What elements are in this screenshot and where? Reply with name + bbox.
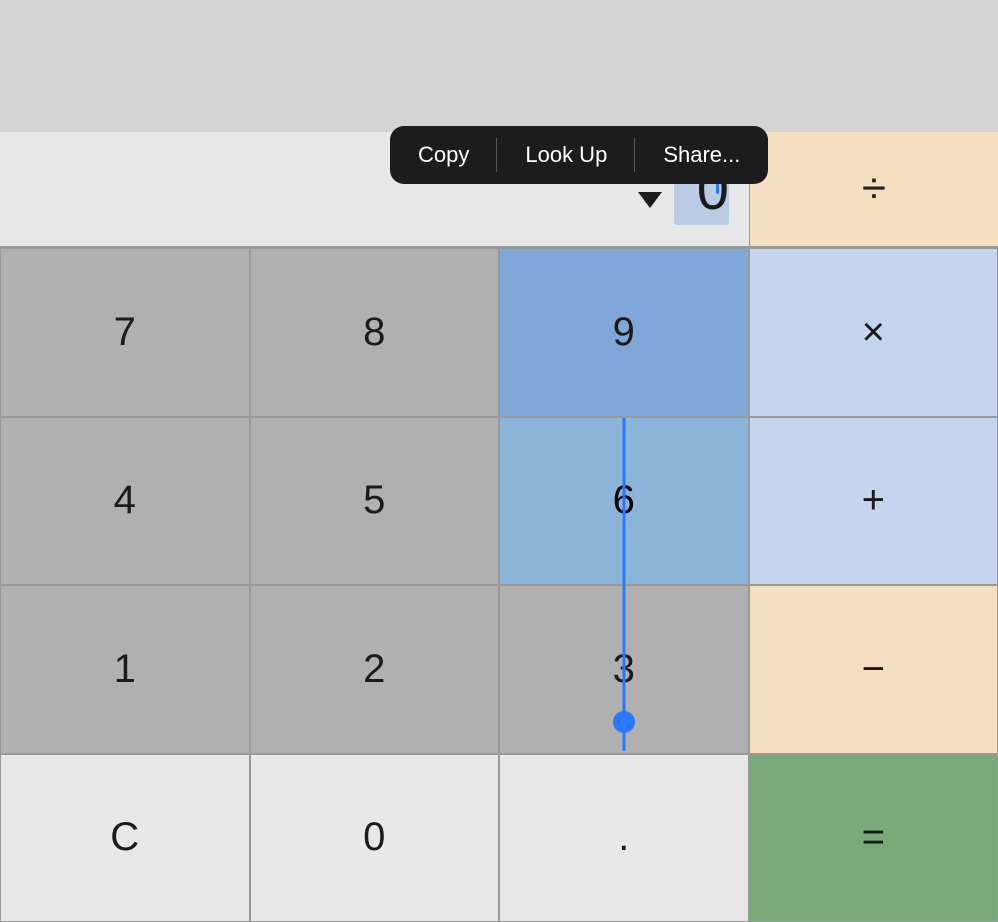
button-equals[interactable]: =	[749, 754, 998, 922]
button-5[interactable]: 5	[250, 417, 500, 586]
button-clear[interactable]: C	[0, 754, 250, 922]
button-0[interactable]: 0	[250, 754, 500, 922]
button-subtract[interactable]: −	[749, 585, 998, 754]
calculator-top-area: 0 ÷	[0, 0, 998, 248]
button-6[interactable]: 6	[499, 417, 749, 586]
display-operator[interactable]: ÷	[750, 132, 998, 246]
context-menu-arrow	[638, 192, 662, 208]
button-4[interactable]: 4	[0, 417, 250, 586]
context-menu: Copy Look Up Share...	[390, 126, 768, 184]
button-2[interactable]: 2	[250, 585, 500, 754]
context-menu-lookup[interactable]: Look Up	[497, 126, 635, 184]
button-9[interactable]: 9	[499, 248, 749, 417]
cursor-handle-bottom	[613, 711, 635, 733]
button-1[interactable]: 1	[0, 585, 250, 754]
button-7[interactable]: 7	[0, 248, 250, 417]
button-multiply[interactable]: ×	[749, 248, 998, 417]
button-8[interactable]: 8	[250, 248, 500, 417]
button-add[interactable]: +	[749, 417, 998, 586]
context-menu-share[interactable]: Share...	[635, 126, 768, 184]
selection-line	[622, 418, 625, 751]
button-decimal[interactable]: .	[499, 754, 749, 922]
context-menu-copy[interactable]: Copy	[390, 126, 497, 184]
calculator-grid: 7 8 9 × 4 5 6 + 1 2 3 − C 0 . =	[0, 248, 998, 922]
